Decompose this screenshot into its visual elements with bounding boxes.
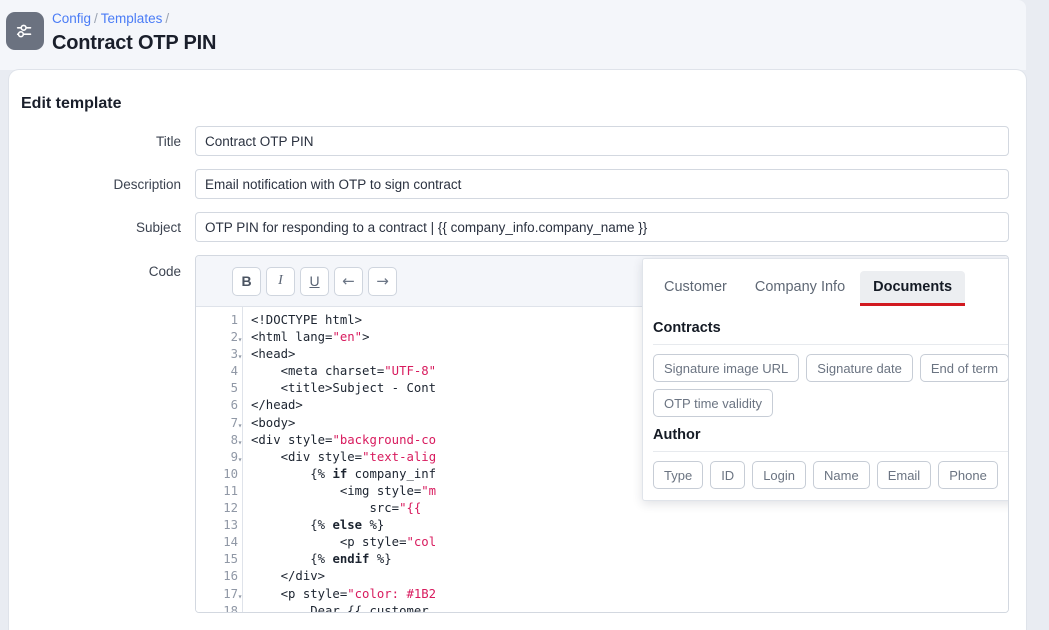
placeholder-chip[interactable]: Signature image URL [653,354,800,382]
line-number: 16 [223,569,238,584]
form-row-code: Code B I U ← → Check code Preview Placeh… [9,255,1026,613]
form-row-description: Description [9,169,1026,199]
sliders-icon[interactable] [6,12,44,50]
placeholders-panel: Customer Company Info Documents Contracts S… [642,258,1008,501]
underline-button[interactable]: U [300,266,329,296]
line-number: 12 [223,501,238,516]
line-number: 9 ▾ [196,449,243,466]
code-line: </div> [251,569,326,584]
code-editor: B I U ← → Check code Preview Placeholder… [195,255,1009,613]
line-number: 4 [230,364,238,379]
title-input[interactable] [195,126,1009,156]
page-header: Config / Templates / Contract OTP PIN [0,0,1026,70]
line-number: 2 ▾ [196,329,243,346]
placeholders-tabs: Customer Company Info Documents [643,259,1008,306]
page-title: Contract OTP PIN [52,32,217,54]
code-line: <p style="col [251,535,437,550]
label-code: Code [148,264,181,279]
header-texts: Config / Templates / Contract OTP PIN [52,8,216,55]
description-input[interactable] [195,169,1009,199]
code-line: {% else %} [251,518,385,533]
divider [653,451,1008,452]
placeholder-chip[interactable]: End of term [919,354,1008,382]
placeholder-chip[interactable]: OTP time validity [653,389,774,417]
app-root: Config / Templates / Contract OTP PIN Edit … [0,0,1049,630]
placeholder-chip-row: Signature image URL Signature date End of … [653,354,1008,417]
tab-customer[interactable]: Customer [651,271,740,304]
code-line: {% endif %} [251,552,392,567]
edit-template-card: Edit template Title Description Subject … [9,70,1026,630]
line-number: 15 [223,552,238,567]
placeholder-group-title: Author [653,427,701,443]
breadcrumb-link-config[interactable]: Config [52,11,91,26]
placeholder-chip[interactable]: Signature date [806,354,913,382]
line-number: 8 ▾ [196,432,243,449]
line-number: 17 ▾ [196,586,242,603]
line-number: 14 [223,535,238,550]
label-subject: Subject [135,219,181,235]
line-number: 18 [223,603,238,612]
breadcrumb-link-templates[interactable]: Templates [101,11,163,26]
card-title: Edit template [21,95,122,112]
code-line: src="{{ [251,501,422,516]
tab-documents[interactable]: Documents [860,271,966,306]
placeholder-chip[interactable]: Phone [938,461,998,489]
line-number: 7 ▾ [196,415,243,432]
code-line: <p style="color: #1B2 [251,586,437,601]
breadcrumb-separator-2: / [165,11,170,26]
placeholders-body: Contracts Signature image URL Signature da… [643,304,1008,489]
code-line: Dear {{ customer. [251,603,437,612]
placeholder-chip[interactable]: Login [752,461,806,489]
italic-button[interactable]: I [266,266,295,296]
divider [653,344,1008,345]
placeholder-chip-row: Type ID Login Name Email Phone [653,461,1008,489]
form-row-title: Title [9,126,1026,156]
line-number: 13 [223,518,238,533]
format-tool-group: B I U ← → [232,266,397,296]
redo-button[interactable]: → [368,266,397,296]
tab-company-info[interactable]: Company Info [742,271,858,304]
label-description: Description [113,176,181,192]
line-number: 3 ▾ [196,346,243,363]
breadcrumb: Config / Templates / [52,10,216,27]
bold-button[interactable]: B [232,266,261,296]
placeholder-chip[interactable]: ID [710,461,746,489]
placeholder-chip[interactable]: Name [813,461,870,489]
undo-button[interactable]: ← [334,266,363,296]
subject-input[interactable] [195,212,1009,242]
line-number: 10 [223,466,238,481]
label-title: Title [155,133,181,149]
line-number: 6 [230,398,238,413]
placeholder-chip[interactable]: Type [653,461,704,489]
line-number: 1 [230,313,238,327]
line-number-gutter: 1 2 ▾ 3 ▾ 4 5 6 7 ▾ 8 ▾ 9 ▾ 10 11 12 13 14 15 16 17 ▾ 18 [196,307,243,612]
placeholder-chip[interactable]: Email [876,461,932,489]
line-number: 5 [230,381,238,396]
line-number: 11 [223,483,238,498]
breadcrumb-separator-1: / [94,11,98,26]
placeholder-group-title: Contracts [653,320,721,336]
form-row-subject: Subject [9,212,1026,242]
